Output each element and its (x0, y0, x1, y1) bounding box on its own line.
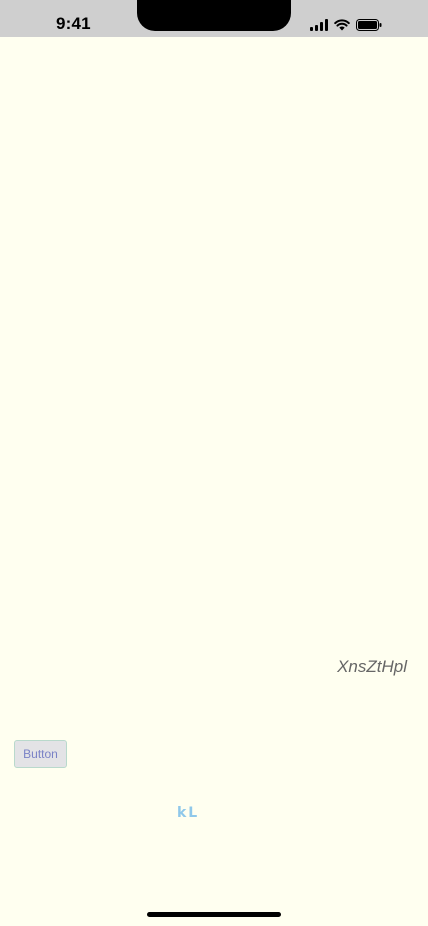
cellular-signal-icon (310, 19, 328, 31)
italic-text-label: XnsZtHpl (337, 657, 407, 676)
kl-text-label: kL (177, 805, 200, 821)
home-indicator[interactable] (147, 912, 281, 917)
status-bar: 9:41 (0, 0, 428, 37)
status-icons (310, 17, 382, 31)
notch (137, 0, 291, 31)
button[interactable]: Button (14, 740, 67, 768)
status-time: 9:41 (56, 14, 91, 33)
battery-icon (356, 19, 382, 31)
app-screen: XnsZtHpl Button kL (0, 37, 428, 926)
wifi-icon (334, 19, 350, 31)
